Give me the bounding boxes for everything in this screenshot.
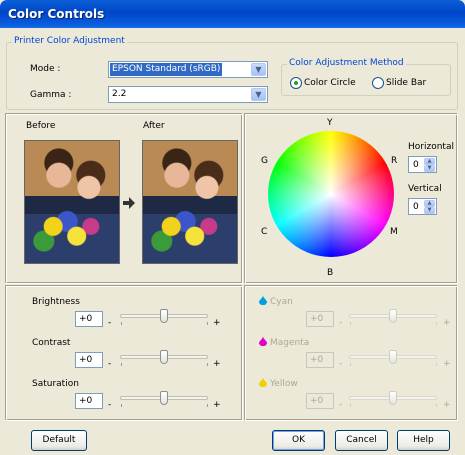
spin-up-icon[interactable]: ▲: [424, 158, 435, 165]
title-bar[interactable]: Color Controls: [0, 0, 465, 28]
magenta-input[interactable]: +0: [306, 352, 334, 368]
magenta-plus: +: [443, 359, 451, 369]
help-button[interactable]: Help: [397, 430, 450, 451]
slider-thumb[interactable]: [160, 350, 168, 364]
contrast-slider[interactable]: [120, 350, 208, 364]
mode-value: EPSON Standard (sRGB): [110, 63, 223, 76]
yellow-input[interactable]: +0: [306, 393, 334, 409]
label-b: B: [327, 268, 334, 278]
yellow-minus: -: [339, 400, 343, 410]
gamma-label: Gamma :: [30, 90, 72, 100]
slider-thumb[interactable]: [160, 309, 168, 323]
spin-down-icon[interactable]: ▼: [424, 207, 435, 214]
slide-bar-label[interactable]: Slide Bar: [386, 78, 426, 88]
slider-tick: [121, 363, 122, 366]
cyan-minus: -: [339, 318, 343, 328]
slider-thumb[interactable]: [389, 391, 397, 405]
contrast-minus: -: [108, 359, 112, 369]
color-circle-label[interactable]: Color Circle: [304, 78, 356, 88]
horizontal-label: Horizontal: [408, 142, 454, 152]
horizontal-spinner[interactable]: 0 ▲ ▼: [408, 156, 437, 173]
brightness-plus: +: [213, 318, 221, 328]
yellow-drop-icon: [259, 377, 267, 390]
chevron-down-icon[interactable]: ▼: [251, 88, 266, 101]
label-g: G: [261, 156, 268, 166]
saturation-label: Saturation: [32, 379, 79, 389]
gamma-value: 2.2: [112, 89, 127, 99]
yellow-slider[interactable]: [349, 391, 437, 405]
chevron-down-icon[interactable]: ▼: [251, 63, 266, 76]
color-wheel[interactable]: +: [268, 131, 394, 257]
contrast-label: Contrast: [32, 338, 71, 348]
magenta-label: Magenta: [270, 338, 310, 348]
color-circle-radio[interactable]: [290, 77, 302, 89]
cyan-input[interactable]: +0: [306, 311, 334, 327]
contrast-input[interactable]: +0: [75, 352, 103, 368]
slider-tick: [121, 322, 122, 325]
slider-thumb[interactable]: [160, 391, 168, 405]
cancel-button[interactable]: Cancel: [335, 430, 388, 451]
vertical-value: 0: [413, 202, 419, 212]
cyan-drop-icon: [259, 295, 267, 308]
yellow-label: Yellow: [270, 379, 298, 389]
label-r: R: [391, 156, 398, 166]
method-legend: Color Adjustment Method: [287, 58, 406, 68]
slider-thumb[interactable]: [389, 350, 397, 364]
saturation-slider[interactable]: [120, 391, 208, 405]
slider-tick: [436, 322, 437, 325]
slider-thumb[interactable]: [389, 309, 397, 323]
label-y: Y: [327, 118, 333, 128]
slider-tick: [350, 363, 351, 366]
mode-label: Mode :: [30, 64, 61, 74]
label-m: M: [390, 227, 398, 237]
yellow-plus: +: [443, 400, 451, 410]
slider-tick: [207, 363, 208, 366]
crosshair-icon: +: [327, 187, 337, 200]
slider-tick: [121, 404, 122, 407]
cyan-slider[interactable]: [349, 309, 437, 323]
horizontal-value: 0: [413, 160, 419, 170]
before-photo: [24, 140, 120, 264]
saturation-input[interactable]: +0: [75, 393, 103, 409]
slide-bar-radio[interactable]: [372, 77, 384, 89]
right-arrow-icon: [122, 196, 136, 213]
spin-up-icon[interactable]: ▲: [424, 200, 435, 207]
mode-select[interactable]: EPSON Standard (sRGB) ▼: [108, 61, 268, 78]
printer-adjustment-legend: Printer Color Adjustment: [12, 36, 127, 46]
vertical-spinner[interactable]: 0 ▲ ▼: [408, 198, 437, 215]
cyan-plus: +: [443, 318, 451, 328]
magenta-slider[interactable]: [349, 350, 437, 364]
cyan-label: Cyan: [270, 297, 293, 307]
saturation-plus: +: [213, 400, 221, 410]
vertical-label: Vertical: [408, 184, 442, 194]
ok-button[interactable]: OK: [272, 430, 325, 451]
slider-tick: [350, 322, 351, 325]
brightness-slider[interactable]: [120, 309, 208, 323]
magenta-minus: -: [339, 359, 343, 369]
slider-tick: [207, 404, 208, 407]
brightness-minus: -: [108, 318, 112, 328]
contrast-plus: +: [213, 359, 221, 369]
magenta-drop-icon: [259, 336, 267, 349]
spin-down-icon[interactable]: ▼: [424, 165, 435, 172]
label-c: C: [261, 227, 268, 237]
slider-tick: [436, 363, 437, 366]
brightness-label: Brightness: [32, 297, 80, 307]
slider-tick: [436, 404, 437, 407]
saturation-minus: -: [108, 400, 112, 410]
gamma-select[interactable]: 2.2 ▼: [108, 86, 268, 103]
default-button[interactable]: Default: [31, 430, 87, 451]
after-label: After: [143, 121, 165, 131]
after-photo: [142, 140, 238, 264]
slider-tick: [350, 404, 351, 407]
slider-tick: [207, 322, 208, 325]
brightness-input[interactable]: +0: [75, 311, 103, 327]
before-label: Before: [26, 121, 56, 131]
window-title: Color Controls: [8, 7, 105, 21]
